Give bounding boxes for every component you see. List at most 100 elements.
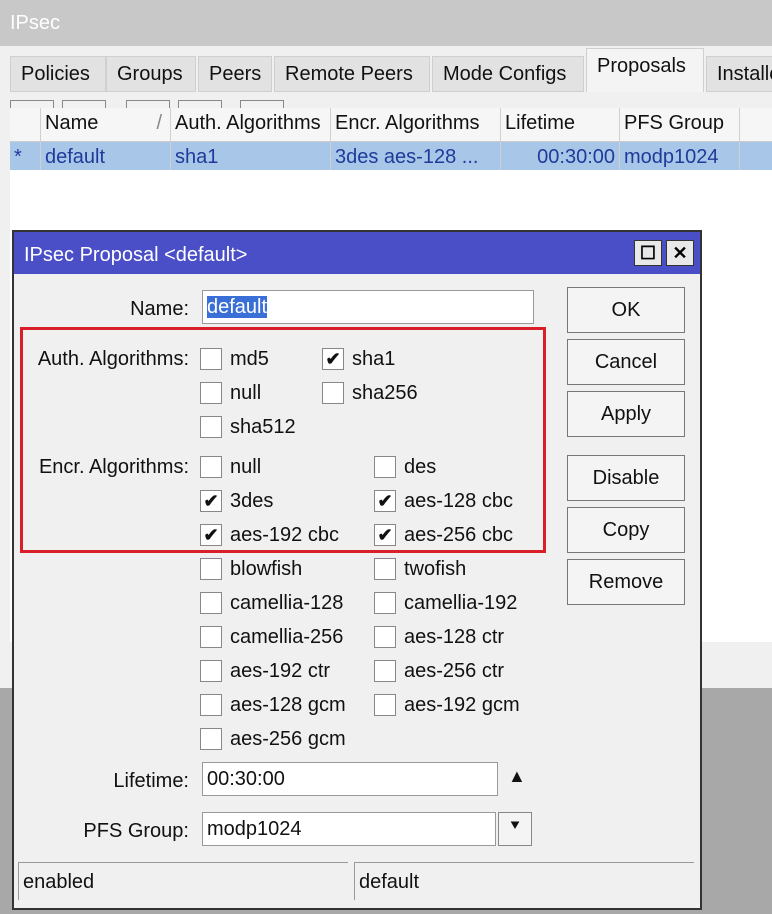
checkmark-icon[interactable]: ✔	[200, 490, 222, 512]
copy-button[interactable]: Copy	[567, 507, 685, 553]
lifetime-label: Lifetime:	[113, 770, 189, 792]
checkbox-aes-192-ctr[interactable]: aes-192 ctr	[200, 658, 330, 684]
tab-mode-configs[interactable]: Mode Configs	[432, 56, 584, 92]
checkbox-box[interactable]	[374, 660, 396, 682]
table-row[interactable]: * default sha1 3des aes-128 ... 00:30:00…	[10, 142, 772, 170]
pfs-label: PFS Group:	[83, 820, 189, 842]
tab-installed[interactable]: Installe	[706, 56, 772, 92]
checkbox-label: 3des	[230, 489, 274, 512]
checkbox-label: aes-128 cbc	[404, 489, 513, 512]
checkbox-aes-128-cbc[interactable]: ✔ aes-128 cbc	[374, 488, 513, 514]
checkbox-label: aes-128 ctr	[404, 625, 505, 648]
column-pfs[interactable]: PFS Group	[620, 108, 740, 141]
checkmark-icon[interactable]: ✔	[374, 524, 396, 546]
checkbox-label: blowfish	[230, 557, 303, 580]
checkbox-aes-128-ctr[interactable]: aes-128 ctr	[374, 624, 504, 650]
checkbox-sha1[interactable]: ✔ sha1	[322, 346, 395, 372]
tab-policies[interactable]: Policies	[10, 56, 106, 92]
checkbox-label: sha256	[352, 381, 418, 404]
tab-peers[interactable]: Peers	[198, 56, 272, 92]
checkbox-label: sha512	[230, 415, 296, 438]
tab-groups[interactable]: Groups	[106, 56, 196, 92]
checkbox-camellia-192[interactable]: camellia-192	[374, 590, 517, 616]
checkbox-box[interactable]	[200, 660, 222, 682]
cancel-button[interactable]: Cancel	[567, 339, 685, 385]
checkbox-des[interactable]: des	[374, 454, 436, 480]
checkbox-box[interactable]	[200, 416, 222, 438]
expand-up-icon[interactable]: ▲	[508, 766, 526, 787]
status-enabled: enabled	[18, 862, 348, 900]
checkbox-aes-256-cbc[interactable]: ✔ aes-256 cbc	[374, 522, 513, 548]
checkbox-box[interactable]	[200, 694, 222, 716]
name-label: Name:	[130, 298, 189, 320]
checkbox-camellia-128[interactable]: camellia-128	[200, 590, 343, 616]
checkbox-box[interactable]	[322, 382, 344, 404]
checkbox-label: camellia-192	[404, 591, 518, 614]
lifetime-input[interactable]: 00:30:00	[202, 762, 498, 796]
checkbox-box[interactable]	[200, 626, 222, 648]
checkmark-icon[interactable]: ✔	[374, 490, 396, 512]
checkbox-box[interactable]	[200, 382, 222, 404]
encr-label: Encr. Algorithms:	[38, 456, 189, 478]
maximize-icon: ☐	[639, 242, 657, 263]
checkbox-label: md5	[230, 347, 269, 370]
pfs-select[interactable]: modp1024	[202, 812, 496, 846]
status-name: default	[354, 862, 694, 900]
column-name[interactable]: Name /	[41, 108, 171, 141]
dialog-title: IPsec Proposal <default>	[14, 232, 700, 274]
checkbox-box[interactable]	[200, 558, 222, 580]
disable-button[interactable]: Disable	[567, 455, 685, 501]
checkbox-label: camellia-128	[230, 591, 344, 614]
checkbox-null[interactable]: null	[200, 380, 261, 406]
checkbox-null[interactable]: null	[200, 454, 261, 480]
checkmark-icon[interactable]: ✔	[200, 524, 222, 546]
checkbox-box[interactable]	[200, 728, 222, 750]
checkbox-box[interactable]	[200, 592, 222, 614]
checkbox-aes-256-gcm[interactable]: aes-256 gcm	[200, 726, 346, 752]
list-header: Name / Auth. Algorithms Encr. Algorithms …	[10, 108, 772, 142]
checkbox-label: aes-256 ctr	[404, 659, 505, 682]
checkbox-label: camellia-256	[230, 625, 344, 648]
checkbox-label: aes-192 gcm	[404, 693, 520, 716]
close-button[interactable]: ✕	[666, 240, 694, 266]
checkbox-blowfish[interactable]: blowfish	[200, 556, 302, 582]
column-auth[interactable]: Auth. Algorithms	[171, 108, 331, 141]
dropdown-button[interactable]: ⯆	[498, 812, 532, 846]
tab-proposals[interactable]: Proposals	[586, 48, 704, 92]
checkbox-aes-128-gcm[interactable]: aes-128 gcm	[200, 692, 346, 718]
dropdown-icon: ⯆	[508, 818, 522, 835]
checkbox-aes-256-ctr[interactable]: aes-256 ctr	[374, 658, 504, 684]
checkbox-sha512[interactable]: sha512	[200, 414, 296, 440]
checkbox-label: aes-256 gcm	[230, 727, 346, 750]
checkbox-camellia-256[interactable]: camellia-256	[200, 624, 343, 650]
checkbox-aes-192-gcm[interactable]: aes-192 gcm	[374, 692, 520, 718]
name-input[interactable]: default	[202, 290, 534, 324]
checkbox-box[interactable]	[200, 456, 222, 478]
checkbox-label: aes-192 ctr	[230, 659, 331, 682]
checkbox-3des[interactable]: ✔ 3des	[200, 488, 273, 514]
checkbox-box[interactable]	[374, 592, 396, 614]
checkbox-label: null	[230, 455, 262, 478]
checkmark-icon[interactable]: ✔	[322, 348, 344, 370]
tab-remote-peers[interactable]: Remote Peers	[274, 56, 430, 92]
checkbox-box[interactable]	[374, 456, 396, 478]
checkbox-twofish[interactable]: twofish	[374, 556, 466, 582]
checkbox-box[interactable]	[374, 694, 396, 716]
checkbox-box[interactable]	[200, 348, 222, 370]
ok-button[interactable]: OK	[567, 287, 685, 333]
checkbox-md5[interactable]: md5	[200, 346, 269, 372]
checkbox-label: aes-192 cbc	[230, 523, 339, 546]
checkbox-label: aes-128 gcm	[230, 693, 346, 716]
maximize-button[interactable]: ☐	[634, 240, 662, 266]
checkbox-box[interactable]	[374, 558, 396, 580]
apply-button[interactable]: Apply	[567, 391, 685, 437]
column-lifetime[interactable]: Lifetime	[501, 108, 620, 141]
checkbox-label: twofish	[404, 557, 467, 580]
close-icon: ✕	[672, 242, 688, 263]
column-encr[interactable]: Encr. Algorithms	[331, 108, 501, 141]
checkbox-label: null	[230, 381, 262, 404]
remove-button[interactable]: Remove	[567, 559, 685, 605]
checkbox-sha256[interactable]: sha256	[322, 380, 418, 406]
checkbox-aes-192-cbc[interactable]: ✔ aes-192 cbc	[200, 522, 339, 548]
checkbox-box[interactable]	[374, 626, 396, 648]
